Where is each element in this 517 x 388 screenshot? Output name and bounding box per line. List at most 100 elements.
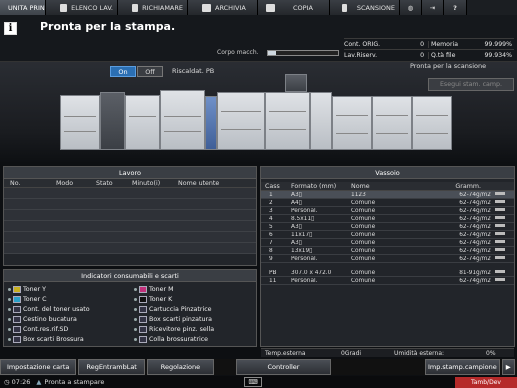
duplex-adjust-button[interactable]: RegEntrambLat — [78, 359, 146, 375]
consumable-item[interactable]: Toner M — [134, 286, 174, 293]
table-row[interactable]: 6 11x17▯ Comune 62-74g/m2 — [261, 231, 514, 239]
consumable-item[interactable]: Box scarti pinzatura — [134, 316, 212, 323]
next-button[interactable]: ▶ — [501, 359, 515, 375]
clock-time: 07:26 — [11, 378, 31, 386]
login-icon: ⇥ — [429, 3, 436, 12]
environment-bar: Temp.esterna 0Gradi Umidità esterna: 0% — [261, 348, 514, 357]
col-header: Stato — [96, 179, 113, 187]
keyboard-icon[interactable]: ⌨ — [244, 377, 262, 387]
consumable-item[interactable]: Cestino bucatura — [8, 316, 77, 323]
table-row[interactable]: 3 Personal. Comune 62-74g/m2 — [261, 207, 514, 215]
counter-label: Cont. ORIG. — [344, 40, 381, 48]
globe-button[interactable]: ◍ — [400, 0, 422, 15]
bottom-button-bar: Impostazione carta RegEntrambLat Regolaz… — [0, 359, 517, 375]
table-cell: 11x17▯ — [291, 231, 313, 238]
table-cell: 62-74g/m2 — [459, 231, 491, 238]
paper-setting-button[interactable]: Impostazione carta — [0, 359, 77, 375]
printer-unit — [60, 95, 100, 150]
table-row[interactable] — [4, 210, 256, 221]
sample-print-settings-button[interactable]: Imp.stamp.campione — [425, 359, 500, 375]
consumable-item[interactable]: Cont.res.rif.SD — [8, 326, 68, 333]
controller-button[interactable]: Controller — [235, 359, 332, 375]
printer-unit — [125, 95, 160, 150]
help-button[interactable]: ? — [444, 0, 467, 15]
consumable-item[interactable]: Colla brossuratrice — [134, 336, 208, 343]
printer-unit — [372, 96, 412, 150]
table-row[interactable]: 9 Personal. Comune 62-74g/m2 — [261, 255, 514, 263]
paper-level-icon — [495, 269, 505, 276]
table-cell: Personal. — [291, 255, 318, 262]
toner-y-icon — [13, 286, 21, 293]
printer-unit — [100, 92, 125, 150]
table-cell: Comune — [351, 255, 376, 262]
counter-label: Q.tà file — [428, 51, 468, 59]
printer-unit — [265, 92, 310, 150]
sample-print-button[interactable]: Esegui stam. camp. — [428, 78, 514, 91]
table-row[interactable] — [4, 232, 256, 243]
tab-richiamare[interactable]: RICHIAMARE — [118, 0, 188, 15]
table-row[interactable] — [4, 199, 256, 210]
job-table-header: No. Modo Stato Minuto(i) Nome utente — [4, 179, 256, 188]
info-icon: i — [4, 22, 17, 35]
table-row[interactable] — [4, 221, 256, 232]
table-cell: 62-74g/m2 — [459, 215, 491, 222]
table-row[interactable]: 11 Personal. Comune 62-74g/m2 — [261, 277, 514, 285]
col-header: Nome utente — [178, 179, 220, 187]
saddle-staple-icon — [139, 326, 147, 333]
tab-scansione[interactable]: SCANSIONE — [330, 0, 400, 15]
consumable-item[interactable]: Ricevitore pinz. sella — [134, 326, 214, 333]
paper-level-icon — [495, 255, 505, 262]
tray-table-header: Cass Formato (mm) Nome Gramm. — [261, 182, 514, 191]
table-cell: Comune — [351, 231, 376, 238]
corpo-memory-bar — [267, 50, 339, 56]
consumable-item[interactable]: Cont. del toner usato — [8, 306, 90, 313]
login-button[interactable]: ⇥ — [422, 0, 444, 15]
printer-unit — [205, 96, 217, 150]
table-cell: 8 — [269, 247, 273, 254]
heater-on-button[interactable]: On — [110, 66, 136, 77]
waste-toner-icon — [13, 306, 21, 313]
table-row[interactable] — [4, 188, 256, 199]
table-row[interactable] — [4, 243, 256, 254]
consumable-item[interactable]: Toner K — [134, 296, 172, 303]
tab-archivia[interactable]: ARCHIVIA — [188, 0, 258, 15]
tab-copia[interactable]: COPIA — [258, 0, 330, 15]
paper-level-icon — [495, 247, 505, 254]
table-cell: 4 — [269, 215, 273, 222]
temp-value: 0Gradi — [341, 349, 362, 357]
table-row[interactable]: 1 A3▯ 1123 62-74g/m2 — [261, 191, 514, 199]
table-row[interactable]: PB 307.0 x 472.0 Comune 81-91g/m2 — [261, 269, 514, 277]
adjustment-button[interactable]: Regolazione — [147, 359, 214, 375]
system-bar: ◷ 07:26 ▲ Pronta a stampare ⌨ — [0, 376, 517, 388]
tab-unita-princ[interactable]: UNITA PRINC. — [0, 0, 46, 15]
consumable-item[interactable]: Toner C — [8, 296, 46, 303]
table-cell: Comune — [351, 215, 376, 222]
table-cell: Personal. — [291, 207, 318, 214]
scan-status: Pronta per la scansione — [410, 62, 487, 70]
consumable-item[interactable]: Cartuccia Pinzatrice — [134, 306, 212, 313]
table-row[interactable]: 7 A3▯ Comune 62-74g/m2 — [261, 239, 514, 247]
consumable-item[interactable]: Toner Y — [8, 286, 46, 293]
system-status: Pronta a stampare — [44, 378, 105, 386]
globe-icon: ◍ — [407, 3, 414, 12]
paper-level-icon — [495, 207, 505, 214]
staple-waste-icon — [139, 316, 147, 323]
table-row[interactable]: 2 A4▯ Comune 62-74g/m2 — [261, 199, 514, 207]
consumable-item[interactable]: Box scarti Brossura — [8, 336, 84, 343]
table-row[interactable]: 4 8.5x11▯ Comune 62-74g/m2 — [261, 215, 514, 223]
table-cell: 62-74g/m2 — [459, 223, 491, 230]
counter-value: 0 — [420, 51, 424, 59]
store-icon — [202, 3, 211, 12]
staple-cartridge-icon — [139, 306, 147, 313]
binding-waste-icon — [13, 336, 21, 343]
table-cell: 62-74g/m2 — [459, 255, 491, 262]
printer-unit — [217, 92, 265, 150]
table-row[interactable]: 8 13x19▯ Comune 62-74g/m2 — [261, 247, 514, 255]
heater-off-button[interactable]: Off — [137, 66, 163, 77]
table-row[interactable]: 5 A3▯ Comune 62-74g/m2 — [261, 223, 514, 231]
device-status-badge[interactable]: Tamb/Dev — [455, 377, 517, 388]
printer-unit — [412, 96, 452, 150]
tab-elenco-lav[interactable]: ELENCO LAV. — [46, 0, 118, 15]
table-cell: 62-74g/m2 — [459, 277, 491, 284]
job-list-icon — [60, 3, 68, 12]
